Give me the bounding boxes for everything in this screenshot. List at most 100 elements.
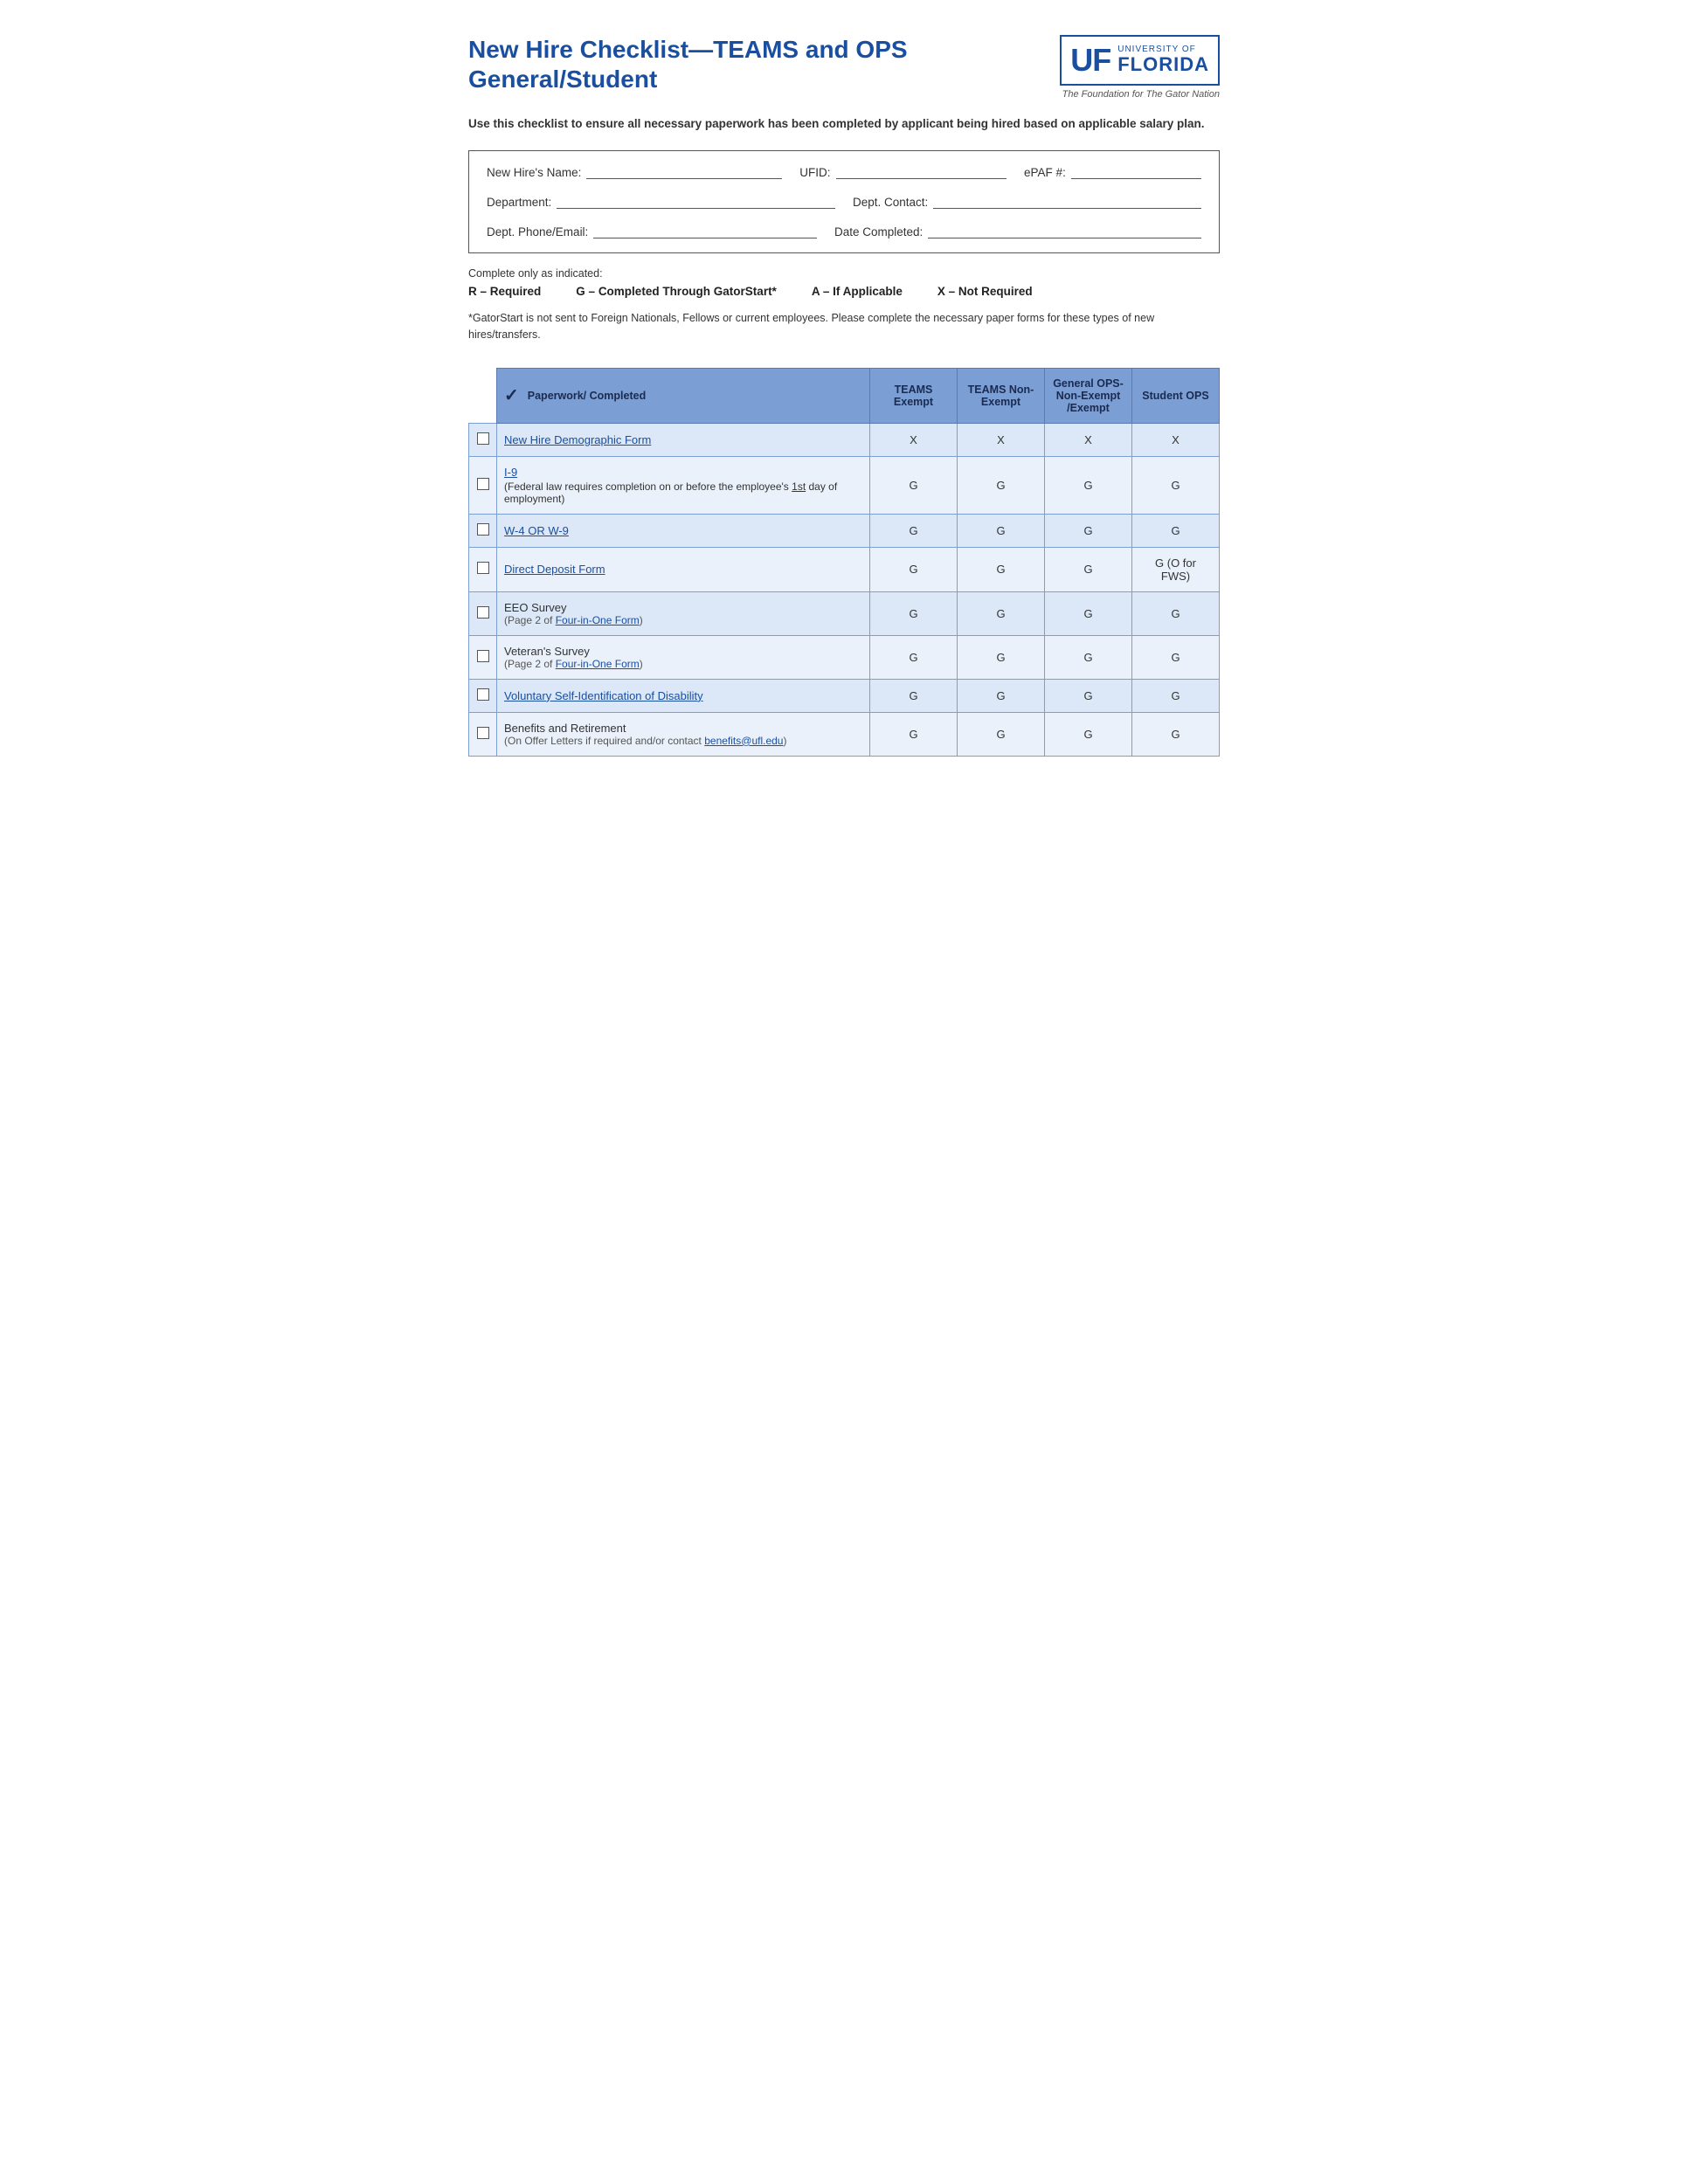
uf-logo: UF UNIVERSITY of FLORIDA The Foundation … xyxy=(1045,35,1220,100)
table-row: Benefits and Retirement(On Offer Letters… xyxy=(469,712,1220,756)
checkbox-cell[interactable] xyxy=(469,679,497,712)
form-link[interactable]: Direct Deposit Form xyxy=(504,563,605,576)
form-link[interactable]: W-4 OR W-9 xyxy=(504,524,569,537)
date-completed-label: Date Completed: xyxy=(834,225,923,238)
i9-note: (Federal law requires completion on or b… xyxy=(504,480,862,505)
paperwork-header: ✓ Paperwork/ Completed xyxy=(497,368,870,423)
dept-contact-underline xyxy=(933,195,1201,209)
paperwork-cell: Voluntary Self-Identification of Disabil… xyxy=(497,679,870,712)
page-title-block: New Hire Checklist—TEAMS and OPS General… xyxy=(468,35,908,93)
department-field: Department: xyxy=(487,195,835,209)
page-title-line2: General/Student xyxy=(468,65,908,94)
info-row-1: New Hire's Name: UFID: ePAF #: xyxy=(487,165,1201,179)
checkbox[interactable] xyxy=(477,432,489,445)
epaf-label: ePAF #: xyxy=(1024,166,1066,179)
form-link[interactable]: Voluntary Self-Identification of Disabil… xyxy=(504,689,703,702)
info-box: New Hire's Name: UFID: ePAF #: Departmen… xyxy=(468,150,1220,253)
checkbox[interactable] xyxy=(477,727,489,739)
teams_exempt-cell: G xyxy=(870,514,958,547)
teams-exempt-header: TEAMS Exempt xyxy=(870,368,958,423)
checkbox-cell[interactable] xyxy=(469,635,497,679)
general_ops-cell: G xyxy=(1045,456,1132,514)
checkbox-cell[interactable] xyxy=(469,456,497,514)
paperwork-cell: Direct Deposit Form xyxy=(497,547,870,591)
sub-link[interactable]: Four-in-One Form xyxy=(556,614,640,626)
uf-tagline: The Foundation for The Gator Nation xyxy=(1062,89,1220,100)
teams_nonexempt-cell: G xyxy=(958,591,1045,635)
checkbox[interactable] xyxy=(477,478,489,490)
teams_exempt-cell: G xyxy=(870,456,958,514)
student_ops-cell: G xyxy=(1132,712,1220,756)
table-row: W-4 OR W-9GGGG xyxy=(469,514,1220,547)
uf-logo-text: UNIVERSITY of FLORIDA xyxy=(1117,45,1209,75)
department-label: Department: xyxy=(487,196,551,209)
email-link[interactable]: benefits@ufl.edu xyxy=(704,735,783,747)
teams-nonexempt-header: TEAMS Non-Exempt xyxy=(958,368,1045,423)
teams_nonexempt-cell: G xyxy=(958,679,1045,712)
paperwork-header-label: Paperwork/ Completed xyxy=(528,390,646,402)
teams_exempt-cell: X xyxy=(870,423,958,456)
student_ops-cell: X xyxy=(1132,423,1220,456)
form-link[interactable]: I-9 xyxy=(504,466,517,479)
student_ops-cell: G xyxy=(1132,635,1220,679)
general_ops-cell: X xyxy=(1045,423,1132,456)
form-name: Benefits and Retirement xyxy=(504,722,626,735)
checkbox-cell[interactable] xyxy=(469,712,497,756)
paperwork-cell: Benefits and Retirement(On Offer Letters… xyxy=(497,712,870,756)
teams_nonexempt-cell: G xyxy=(958,635,1045,679)
general_ops-cell: G xyxy=(1045,635,1132,679)
uf-logo-box: UF UNIVERSITY of FLORIDA xyxy=(1060,35,1220,86)
form-link[interactable]: New Hire Demographic Form xyxy=(504,433,651,446)
page-title-line1: New Hire Checklist—TEAMS and OPS xyxy=(468,35,908,65)
ufid-underline xyxy=(836,165,1007,179)
description-text: Use this checklist to ensure all necessa… xyxy=(468,115,1220,133)
sub-note: (Page 2 of Four-in-One Form) xyxy=(504,614,862,626)
teams_nonexempt-cell: G xyxy=(958,514,1045,547)
checkbox-header xyxy=(469,368,497,423)
dept-phone-field: Dept. Phone/Email: xyxy=(487,225,817,238)
student-ops-header: Student OPS xyxy=(1132,368,1220,423)
table-row: EEO Survey(Page 2 of Four-in-One Form)GG… xyxy=(469,591,1220,635)
checkbox-cell[interactable] xyxy=(469,547,497,591)
table-row: Direct Deposit FormGGGG (O for FWS) xyxy=(469,547,1220,591)
student_ops-cell: G (O for FWS) xyxy=(1132,547,1220,591)
dept-contact-label: Dept. Contact: xyxy=(853,196,928,209)
legend-r: R – Required xyxy=(468,285,541,298)
general_ops-cell: G xyxy=(1045,591,1132,635)
sub-link[interactable]: Four-in-One Form xyxy=(556,658,640,670)
checkbox[interactable] xyxy=(477,688,489,701)
checkbox[interactable] xyxy=(477,650,489,662)
checkbox[interactable] xyxy=(477,562,489,574)
table-row: Veteran's Survey(Page 2 of Four-in-One F… xyxy=(469,635,1220,679)
checkbox-cell[interactable] xyxy=(469,591,497,635)
new-hire-name-field: New Hire's Name: xyxy=(487,165,782,179)
sub-note: (Page 2 of Four-in-One Form) xyxy=(504,658,862,670)
ufid-field: UFID: xyxy=(799,165,1007,179)
legend-a: A – If Applicable xyxy=(812,285,903,298)
checkbox[interactable] xyxy=(477,523,489,536)
dept-phone-label: Dept. Phone/Email: xyxy=(487,225,588,238)
student_ops-cell: G xyxy=(1132,514,1220,547)
teams_exempt-cell: G xyxy=(870,547,958,591)
student_ops-cell: G xyxy=(1132,456,1220,514)
paperwork-cell: I-9(Federal law requires completion on o… xyxy=(497,456,870,514)
dept-phone-underline xyxy=(593,225,817,238)
teams_exempt-cell: G xyxy=(870,635,958,679)
general_ops-cell: G xyxy=(1045,679,1132,712)
checkbox-cell[interactable] xyxy=(469,423,497,456)
checkbox[interactable] xyxy=(477,606,489,619)
table-row: New Hire Demographic FormXXXX xyxy=(469,423,1220,456)
teams_nonexempt-cell: G xyxy=(958,547,1045,591)
department-underline xyxy=(557,195,835,209)
general_ops-cell: G xyxy=(1045,712,1132,756)
checkbox-cell[interactable] xyxy=(469,514,497,547)
teams_nonexempt-cell: G xyxy=(958,712,1045,756)
paperwork-cell: W-4 OR W-9 xyxy=(497,514,870,547)
legend-g: G – Completed Through GatorStart* xyxy=(576,285,777,298)
table-row: Voluntary Self-Identification of Disabil… xyxy=(469,679,1220,712)
dept-contact-field: Dept. Contact: xyxy=(853,195,1201,209)
complete-note: Complete only as indicated: xyxy=(468,267,1220,280)
teams_exempt-cell: G xyxy=(870,712,958,756)
epaf-underline xyxy=(1071,165,1201,179)
date-completed-underline xyxy=(928,225,1201,238)
